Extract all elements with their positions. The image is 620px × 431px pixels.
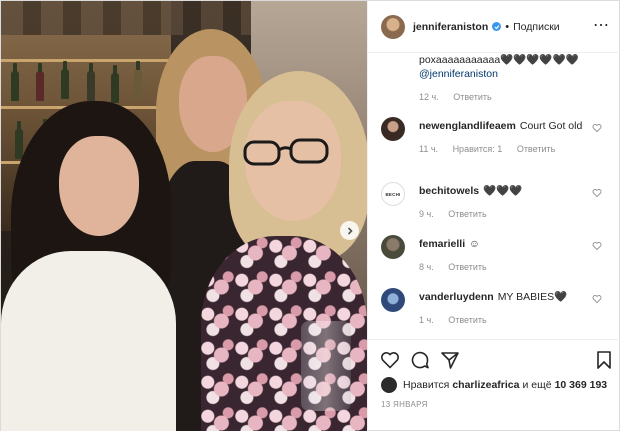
caption-mention[interactable]: @jenniferaniston <box>419 67 609 81</box>
reply-button[interactable]: Ответить <box>448 315 486 325</box>
reply-button[interactable]: Ответить <box>517 144 555 154</box>
comment-likes[interactable]: Нравится: 1 <box>453 144 503 154</box>
avatar-text: BECHI <box>385 191 401 197</box>
comment-username[interactable]: vanderluydenn <box>419 291 494 303</box>
likes-prefix: Нравится <box>403 379 450 391</box>
glasses <box>243 138 329 166</box>
likes-summary: Нравится charlizeafrica и ещё 10 369 193 <box>381 377 610 393</box>
comment-username[interactable]: bechitowels <box>419 185 479 197</box>
more-icon[interactable]: ⋯ <box>593 15 610 35</box>
heart-icon[interactable] <box>592 294 602 304</box>
heart-icon[interactable] <box>592 123 602 133</box>
comment-time[interactable]: 9 ч. <box>419 209 434 219</box>
save-icon[interactable] <box>594 350 614 370</box>
comment-body: femarielli ☺ 8 ч. Ответить <box>419 237 589 274</box>
following-button[interactable]: Подписки <box>513 21 560 33</box>
post-photo[interactable] <box>1 1 367 431</box>
next-photo-button[interactable] <box>340 221 359 240</box>
drinking-glass <box>301 321 351 411</box>
caption-time[interactable]: 12 ч. <box>419 92 439 102</box>
comment-meta: 9 ч. Ответить <box>419 207 589 221</box>
likes-suffix: и ещё <box>522 379 552 391</box>
caption: poxaaaaaaaaaaa🖤🖤🖤🖤🖤🖤 @jenniferaniston 12… <box>419 53 609 104</box>
person-left-shirt <box>1 251 176 431</box>
comment-text: MY BABIES🖤 <box>497 291 568 303</box>
likes-user[interactable]: charlizeafrica <box>452 379 519 391</box>
username-link[interactable]: jenniferaniston <box>413 21 488 33</box>
like-heart-icon[interactable] <box>380 350 400 370</box>
post-sidebar: jenniferaniston • Подписки ⋯ poxaaaaaaaa… <box>367 1 620 431</box>
reply-button[interactable]: Ответить <box>448 262 486 272</box>
comment-text: 🖤🖤🖤 <box>483 185 523 197</box>
reply-button[interactable]: Ответить <box>448 209 486 219</box>
comment-body: bechitowels 🖤🖤🖤 9 ч. Ответить <box>419 184 589 221</box>
comment-meta: 8 ч. Ответить <box>419 260 589 274</box>
avatar[interactable] <box>381 14 405 39</box>
comment-time[interactable]: 1 ч. <box>419 315 434 325</box>
comment-meta: 1 ч. Ответить <box>419 313 589 327</box>
reply-button[interactable]: Ответить <box>453 92 491 102</box>
comments-list[interactable]: poxaaaaaaaaaaa🖤🖤🖤🖤🖤🖤 @jenniferaniston 12… <box>368 53 620 339</box>
comment-text: Court Got old <box>519 120 583 132</box>
post-header: jenniferaniston • Подписки ⋯ <box>368 1 620 53</box>
post-actions <box>368 339 620 379</box>
separator-dot: • <box>505 20 510 33</box>
avatar[interactable] <box>381 117 405 141</box>
comment-body: vanderluydenn MY BABIES🖤 1 ч. Ответить <box>419 290 589 327</box>
comment-username[interactable]: newenglandlifeaem <box>419 120 516 132</box>
comment-body: newenglandlifeaem Court Got old 11 ч. Нра… <box>419 119 589 156</box>
next-icon <box>347 226 353 235</box>
avatar[interactable] <box>381 288 405 312</box>
avatar[interactable] <box>381 377 397 393</box>
comment-text: ☺ <box>469 238 480 250</box>
verified-icon <box>492 22 502 31</box>
avatar[interactable]: BECHI <box>381 182 405 206</box>
post-date[interactable]: 13 ЯНВАРЯ <box>381 400 428 409</box>
instagram-post: jenniferaniston • Подписки ⋯ poxaaaaaaaa… <box>0 0 620 431</box>
comment-username[interactable]: femarielli <box>419 238 465 250</box>
comment-icon[interactable] <box>410 350 430 370</box>
person-left-face <box>59 136 139 236</box>
caption-text: poxaaaaaaaaaaa🖤🖤🖤🖤🖤🖤 <box>419 54 579 66</box>
comment-time[interactable]: 8 ч. <box>419 262 434 272</box>
comment-meta: 11 ч. Нравится: 1 Ответить <box>419 142 589 156</box>
caption-meta: 12 ч. Ответить <box>419 90 609 104</box>
share-icon[interactable] <box>440 350 460 370</box>
avatar[interactable] <box>381 235 405 259</box>
comment-time[interactable]: 11 ч. <box>419 144 438 154</box>
heart-icon[interactable] <box>592 241 602 251</box>
likes-count[interactable]: 10 369 193 <box>555 379 608 391</box>
heart-icon[interactable] <box>592 188 602 198</box>
